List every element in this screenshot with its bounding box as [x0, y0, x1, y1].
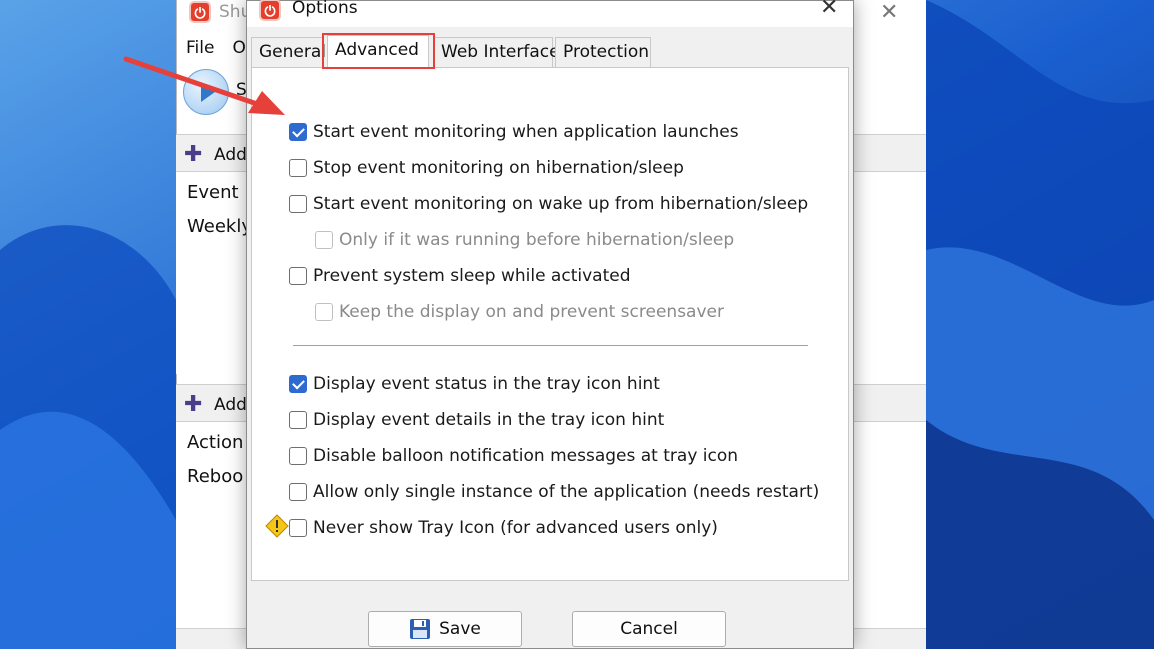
annotation-arrow: [123, 56, 285, 115]
option-label: Prevent system sleep while activated: [313, 266, 631, 286]
add-event-label[interactable]: Add: [214, 145, 247, 165]
plus-icon[interactable]: ✚: [184, 142, 202, 167]
checkbox[interactable]: [289, 411, 307, 429]
option-start-on-wake[interactable]: Start event monitoring on wake up from h…: [289, 192, 808, 216]
option-disable-balloon[interactable]: Disable balloon notification messages at…: [289, 444, 738, 468]
option-keep-display-on: Keep the display on and prevent screensa…: [315, 300, 724, 324]
warning-icon: [265, 514, 289, 538]
checkbox[interactable]: [289, 375, 307, 393]
option-stop-on-sleep[interactable]: Stop event monitoring on hibernation/sle…: [289, 156, 684, 180]
list-item[interactable]: Weekly: [187, 216, 252, 237]
advanced-panel: Start event monitoring when application …: [251, 67, 849, 581]
divider: [293, 345, 808, 346]
checkbox: [315, 303, 333, 321]
option-label: Keep the display on and prevent screensa…: [339, 302, 724, 322]
save-label: Save: [439, 619, 481, 639]
option-never-show-tray[interactable]: Never show Tray Icon (for advanced users…: [289, 516, 718, 540]
option-label: Only if it was running before hibernatio…: [339, 230, 735, 250]
checkbox[interactable]: [289, 267, 307, 285]
dialog-title: Options: [292, 0, 358, 18]
option-start-on-launch[interactable]: Start event monitoring when application …: [289, 120, 739, 144]
option-only-if-running: Only if it was running before hibernatio…: [315, 228, 734, 252]
option-prevent-sleep[interactable]: Prevent system sleep while activated: [289, 264, 630, 288]
save-button[interactable]: Save: [368, 611, 522, 647]
option-label: Allow only single instance of the applic…: [313, 482, 820, 502]
checkbox[interactable]: [289, 159, 307, 177]
option-tray-details-hint[interactable]: Display event details in the tray icon h…: [289, 408, 664, 432]
cancel-button[interactable]: Cancel: [572, 611, 726, 647]
option-single-instance[interactable]: Allow only single instance of the applic…: [289, 480, 819, 504]
tab-web-interface[interactable]: Web Interface: [433, 37, 560, 67]
checkbox[interactable]: [289, 447, 307, 465]
list-item[interactable]: Reboo: [187, 466, 243, 487]
option-label: Disable balloon notification messages at…: [313, 446, 739, 466]
checkbox[interactable]: [289, 123, 307, 141]
tab-protection[interactable]: Protection: [555, 37, 651, 67]
checkbox: [315, 231, 333, 249]
checkbox[interactable]: [289, 483, 307, 501]
checkbox[interactable]: [289, 195, 307, 213]
app-icon: ⏻: [259, 0, 281, 21]
option-label: Stop event monitoring on hibernation/sle…: [313, 158, 684, 178]
list-item[interactable]: Event: [187, 182, 239, 203]
close-icon[interactable]: ✕: [820, 0, 838, 20]
options-dialog: ⏻ Options ✕ General Advanced Web Interfa…: [246, 0, 854, 649]
list-item[interactable]: Action: [187, 432, 243, 453]
option-label: Never show Tray Icon (for advanced users…: [313, 518, 718, 538]
option-tray-status-hint[interactable]: Display event status in the tray icon hi…: [289, 372, 660, 396]
add-action-label[interactable]: Add: [214, 395, 247, 415]
dialog-title-bar: ⏻ Options ✕: [247, 0, 853, 27]
option-label: Display event status in the tray icon hi…: [313, 374, 660, 394]
option-label: Start event monitoring on wake up from h…: [313, 194, 809, 214]
app-icon: ⏻: [189, 1, 211, 23]
option-label: Display event details in the tray icon h…: [313, 410, 665, 430]
close-icon[interactable]: ✕: [880, 0, 898, 25]
cancel-label: Cancel: [620, 619, 678, 639]
plus-icon[interactable]: ✚: [184, 392, 202, 417]
tab-advanced[interactable]: Advanced: [327, 35, 429, 69]
option-label: Start event monitoring when application …: [313, 122, 739, 142]
checkbox[interactable]: [289, 519, 307, 537]
save-icon: [410, 619, 431, 639]
